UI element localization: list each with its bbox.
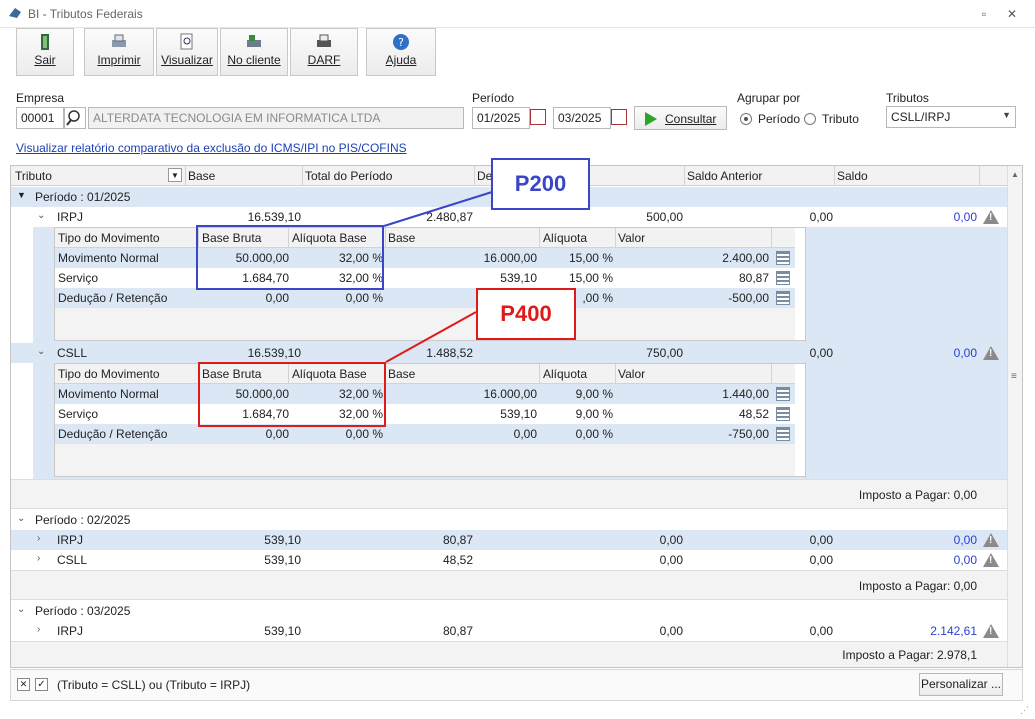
detail-header: Tipo do Movimento Base Bruta Alíquota Ba… xyxy=(55,364,795,384)
chevron-right-icon[interactable]: › xyxy=(37,553,40,564)
restore-icon[interactable]: ▫ xyxy=(976,6,992,22)
empresa-code-input[interactable]: 00001 xyxy=(16,107,64,129)
filter-checkbox[interactable]: ✓ xyxy=(35,678,48,691)
ajuda-button[interactable]: ? Ajuda xyxy=(366,28,436,76)
app-logo-icon xyxy=(8,6,22,20)
help-icon: ? xyxy=(392,33,410,51)
detail-row[interactable]: Serviço 1.684,70 32,00 % 539,10 9,00 % 4… xyxy=(55,404,795,424)
detail-row[interactable]: Dedução / Retenção 0,00 0,00 % 0,00 0,00… xyxy=(55,424,795,444)
col-saldo-anterior[interactable]: Saldo Anterior xyxy=(687,169,762,183)
chevron-down-icon: ▼ xyxy=(1002,110,1011,120)
sair-button[interactable]: Sair xyxy=(16,28,74,76)
imprimir-button[interactable]: Imprimir xyxy=(84,28,154,76)
tributo-row[interactable]: › IRPJ 539,10 80,87 0,00 0,00 0,00 xyxy=(11,530,1007,550)
tributo-row[interactable]: › CSLL 539,10 48,52 0,00 0,00 0,00 xyxy=(11,550,1007,570)
period-group-row[interactable]: ⌄ Período : 03/2025 xyxy=(11,601,1007,621)
no-cliente-button[interactable]: No cliente xyxy=(220,28,288,76)
detail-row[interactable]: Movimento Normal 50.000,00 32,00 % 16.00… xyxy=(55,248,795,268)
play-icon xyxy=(645,112,657,126)
periodo-end-input[interactable]: 03/2025 xyxy=(553,107,611,129)
chevron-down-icon[interactable]: ⌄ xyxy=(17,513,25,524)
csll-detail-grid: Tipo do Movimento Base Bruta Alíquota Ba… xyxy=(54,363,806,477)
imposto-pagar: Imposto a Pagar: 2.978,1 xyxy=(842,648,977,662)
list-detail-icon[interactable] xyxy=(776,291,790,305)
filter-icon[interactable]: ▼ xyxy=(168,168,182,182)
chevron-down-icon[interactable]: ⌄ xyxy=(17,604,25,615)
list-detail-icon[interactable] xyxy=(776,407,790,421)
list-detail-icon[interactable] xyxy=(776,271,790,285)
col-base[interactable]: Base xyxy=(188,169,215,183)
p200-highlight xyxy=(196,225,384,290)
warning-icon[interactable] xyxy=(983,533,999,547)
consultar-button[interactable]: Consultar xyxy=(634,106,727,130)
p400-highlight xyxy=(198,362,386,427)
filter-bar: ✕ ✓ (Tributo = CSLL) ou (Tributo = IRPJ)… xyxy=(10,669,1023,701)
radio-tributo-label: Tributo xyxy=(822,112,859,126)
detail-row[interactable]: Dedução / Retenção 0,00 0,00 % ,00 % -50… xyxy=(55,288,795,308)
chevron-right-icon[interactable]: › xyxy=(37,624,40,635)
p400-connector xyxy=(385,311,477,363)
window-title: BI - Tributos Federais xyxy=(28,7,143,21)
resize-grip-icon[interactable]: ⋰ xyxy=(1020,705,1029,716)
scroll-up-icon[interactable]: ▲ xyxy=(1011,170,1019,179)
chevron-down-icon[interactable]: ▼ xyxy=(17,190,26,200)
col-tributo[interactable]: Tributo xyxy=(15,169,52,183)
svg-text:?: ? xyxy=(398,36,404,49)
personalizar-button[interactable]: Personalizar ... xyxy=(919,673,1003,696)
list-detail-icon[interactable] xyxy=(776,251,790,265)
list-detail-icon[interactable] xyxy=(776,387,790,401)
client-print-icon xyxy=(245,33,263,51)
warning-icon[interactable] xyxy=(983,346,999,360)
detail-header: Tipo do Movimento Base Bruta Alíquota Ba… xyxy=(55,228,795,248)
exit-door-icon xyxy=(36,33,54,51)
periodo-start-input[interactable]: 01/2025 xyxy=(472,107,530,129)
warning-icon[interactable] xyxy=(983,624,999,638)
search-button[interactable] xyxy=(64,107,86,129)
calendar-icon[interactable] xyxy=(611,109,627,125)
tributo-row[interactable]: › IRPJ 539,10 80,87 0,00 0,00 2.142,61 xyxy=(11,621,1007,641)
tributo-row[interactable]: ⌄ CSLL 16.539,10 1.488,52 750,00 0,00 0,… xyxy=(11,343,1007,363)
detail-row[interactable]: Movimento Normal 50.000,00 32,00 % 16.00… xyxy=(55,384,795,404)
period-group-row[interactable]: ⌄ Período : 02/2025 xyxy=(11,510,1007,530)
close-icon[interactable]: ✕ xyxy=(1004,6,1020,22)
search-icon xyxy=(66,110,80,126)
comparativo-link[interactable]: Visualizar relatório comparativo da excl… xyxy=(16,141,407,155)
radio-periodo-label: Período xyxy=(758,112,801,126)
warning-icon[interactable] xyxy=(983,210,999,224)
radio-periodo[interactable] xyxy=(740,113,752,125)
col-saldo[interactable]: Saldo xyxy=(837,169,868,183)
darf-button[interactable]: DARF xyxy=(290,28,358,76)
calendar-icon[interactable] xyxy=(530,109,546,125)
printer-icon xyxy=(315,33,333,51)
col-total-periodo[interactable]: Total do Período xyxy=(305,169,392,183)
p200-label: P200 xyxy=(491,158,590,210)
visualizar-button[interactable]: Visualizar xyxy=(156,28,218,76)
printer-stack-icon xyxy=(110,33,128,51)
chevron-down-icon[interactable]: ⌄ xyxy=(37,346,45,357)
p400-label: P400 xyxy=(476,288,576,340)
tributos-select[interactable]: CSLL/IRPJ ▼ xyxy=(886,106,1016,128)
empresa-label: Empresa xyxy=(16,91,65,105)
chevron-down-icon[interactable]: ⌄ xyxy=(37,210,45,221)
agrupar-label: Agrupar por xyxy=(737,91,801,105)
imposto-pagar: Imposto a Pagar: 0,00 xyxy=(858,488,977,502)
tributo-row[interactable]: ⌄ IRPJ 16.539,10 2.480,87 500,00 0,00 0,… xyxy=(11,207,1007,227)
warning-icon[interactable] xyxy=(983,553,999,567)
detail-row[interactable]: Serviço 1.684,70 32,00 % 539,10 15,00 % … xyxy=(55,268,795,288)
radio-tributo[interactable] xyxy=(804,113,816,125)
filter-text: (Tributo = CSLL) ou (Tributo = IRPJ) xyxy=(57,678,251,692)
p200-connector xyxy=(383,191,493,227)
periodo-label: Período xyxy=(472,91,515,105)
tributos-label: Tributos xyxy=(886,91,929,105)
grid: Tributo ▼ Base Total do Período De Saldo… xyxy=(10,165,1023,668)
title-bar: BI - Tributos Federais ▫ ✕ xyxy=(0,0,1035,28)
chevron-right-icon[interactable]: › xyxy=(37,533,40,544)
list-detail-icon[interactable] xyxy=(776,427,790,441)
preview-magnifier-icon xyxy=(178,33,196,51)
scroll-thumb-grip[interactable]: ≡ xyxy=(1011,371,1017,382)
empresa-name-field: ALTERDATA TECNOLOGIA EM INFORMATICA LTDA xyxy=(88,107,464,129)
clear-filter-icon[interactable]: ✕ xyxy=(17,678,30,691)
vertical-scrollbar[interactable]: ▲ ≡ ▼ xyxy=(1007,166,1022,667)
imposto-pagar: Imposto a Pagar: 0,00 xyxy=(858,579,977,593)
